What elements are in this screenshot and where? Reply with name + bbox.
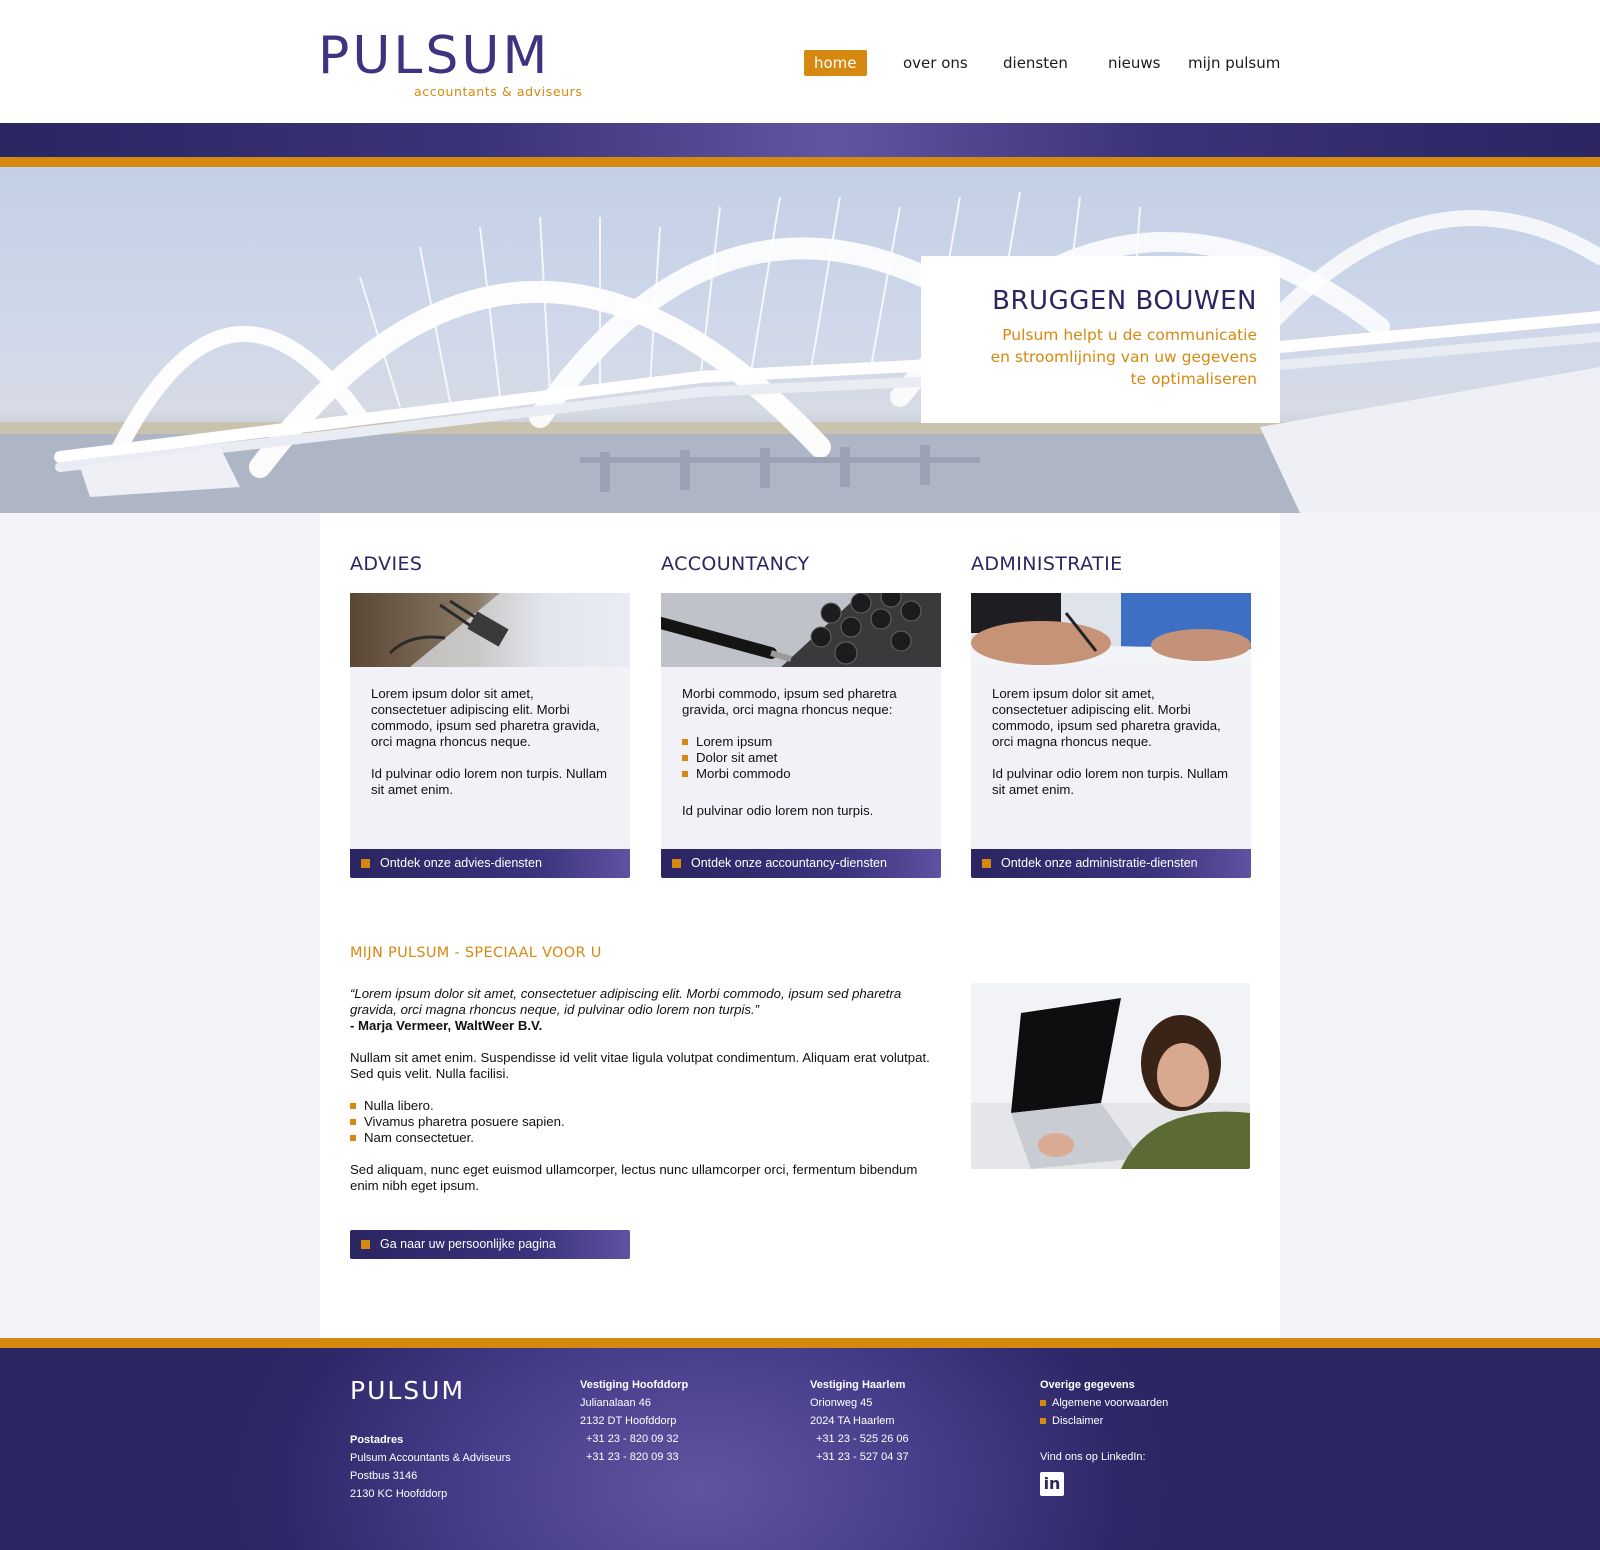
nav-mijn-pulsum[interactable]: mijn pulsum [1188, 50, 1280, 76]
list-item: Lorem ipsum [682, 734, 923, 750]
list-item: Nam consectetuer. [350, 1130, 930, 1146]
header-purple-band [0, 123, 1600, 157]
footer-line: Pulsum Accountants & Adviseurs [350, 1452, 511, 1464]
service-title: ADMINISTRATIE [971, 553, 1123, 575]
signing-document-photo [971, 593, 1251, 667]
service-text: Morbi commodo, ipsum sed pharetra gravid… [661, 667, 941, 849]
footer-line: 2024 TA Haarlem [810, 1415, 895, 1427]
bullet-square-icon [982, 859, 991, 868]
testimonial-author: - Marja Vermeer, WaltWeer B.V. [350, 1018, 543, 1033]
hero-subtitle-line: te optimaliseren [1130, 370, 1257, 388]
service-paragraph: Id pulvinar odio lorem non turpis. Nulla… [992, 766, 1229, 797]
mijn-pulsum-text: “Lorem ipsum dolor sit amet, consectetue… [350, 986, 930, 1194]
service-intro: Morbi commodo, ipsum sed pharetra gravid… [682, 686, 897, 717]
footer-link-voorwaarden[interactable]: Algemene voorwaarden [1040, 1394, 1168, 1412]
footer-phone: +31 23 - 820 09 32 [586, 1433, 679, 1445]
persoonlijke-pagina-button[interactable]: Ga naar uw persoonlijke pagina [350, 1230, 630, 1259]
hero-subtitle-line: en stroomlijning van uw gegevens [990, 348, 1257, 366]
button-label: Ga naar uw persoonlijke pagina [380, 1237, 556, 1251]
footer-heading: Postadres [350, 1434, 404, 1446]
service-text: Lorem ipsum dolor sit amet, consectetuer… [350, 667, 630, 849]
advies-button[interactable]: Ontdek onze advies-diensten [350, 849, 630, 878]
nav-nieuws[interactable]: nieuws [1108, 50, 1161, 76]
service-outro: Id pulvinar odio lorem non turpis. [682, 803, 874, 818]
hero-subtitle: Pulsum helpt u de communicatie en stroom… [921, 324, 1257, 390]
footer-link-disclaimer[interactable]: Disclaimer [1040, 1412, 1168, 1430]
hero-banner: BRUGGEN BOUWEN Pulsum helpt u de communi… [0, 167, 1600, 513]
footer-heading: Overige gegevens [1040, 1379, 1135, 1391]
nav-diensten[interactable]: diensten [1003, 50, 1068, 76]
service-title: ADVIES [350, 553, 423, 575]
header-orange-band [0, 157, 1600, 167]
list-item: Nulla libero. [350, 1098, 930, 1114]
service-paragraph: Id pulvinar odio lorem non turpis. Nulla… [371, 766, 608, 797]
button-label: Ontdek onze administratie-diensten [1001, 856, 1198, 870]
footer-heading: Vestiging Haarlem [810, 1379, 906, 1391]
calculator-pen-photo [661, 593, 941, 667]
linkedin-icon[interactable]: in [1040, 1472, 1064, 1496]
footer-line: Orionweg 45 [810, 1397, 873, 1409]
footer-hoofddorp: Vestiging Hoofddorp Julianalaan 46 2132 … [580, 1376, 688, 1466]
footer-heading: Vestiging Hoofddorp [580, 1379, 689, 1391]
woman-laptop-photo [971, 983, 1250, 1169]
bullet-square-icon [361, 1240, 370, 1249]
footer-haarlem: Vestiging Haarlem Orionweg 45 2024 TA Ha… [810, 1376, 909, 1466]
logo-tagline: accountants & adviseurs [414, 84, 583, 99]
footer-phone: +31 23 - 525 26 06 [816, 1433, 909, 1445]
button-label: Ontdek onze advies-diensten [380, 856, 542, 870]
main-nav: home over ons diensten nieuws mijn pulsu… [0, 50, 1600, 76]
mijn-pulsum-paragraph: Nullam sit amet enim. Suspendisse id vel… [350, 1050, 930, 1081]
list-item: Vivamus pharetra posuere sapien. [350, 1114, 930, 1130]
button-label: Ontdek onze accountancy-diensten [691, 856, 887, 870]
site-footer: PULSUM Postadres Pulsum Accountants & Ad… [0, 1348, 1600, 1550]
nav-home[interactable]: home [804, 50, 867, 76]
hero-subtitle-line: Pulsum helpt u de communicatie [1002, 326, 1257, 344]
footer-line: Postbus 3146 [350, 1470, 418, 1482]
testimonial-quote: “Lorem ipsum dolor sit amet, consectetue… [350, 986, 902, 1017]
footer-orange-band [0, 1338, 1600, 1348]
footer-overige: Overige gegevens Algemene voorwaarden Di… [1040, 1376, 1168, 1496]
hero-title: BRUGGEN BOUWEN [992, 286, 1257, 316]
service-paragraph: Lorem ipsum dolor sit amet, consectetuer… [371, 686, 600, 749]
nav-over-ons[interactable]: over ons [903, 50, 968, 76]
footer-phone: +31 23 - 527 04 37 [816, 1451, 909, 1463]
bullet-square-icon [672, 859, 681, 868]
footer-line: 2130 KC Hoofddorp [350, 1488, 448, 1500]
footer-phone: +31 23 - 820 09 33 [586, 1451, 679, 1463]
service-title: ACCOUNTANCY [661, 553, 810, 575]
accountancy-button[interactable]: Ontdek onze accountancy-diensten [661, 849, 941, 878]
footer-line: Julianalaan 46 [580, 1397, 651, 1409]
mijn-pulsum-title: MIJN PULSUM - SPECIAAL VOOR U [350, 945, 602, 961]
main-content: ADVIES Lorem ipsum dolor sit amet, conse… [320, 513, 1280, 1338]
linkedin-label: Vind ons op LinkedIn: [1040, 1451, 1146, 1463]
bullet-square-icon [361, 859, 370, 868]
service-text: Lorem ipsum dolor sit amet, consectetuer… [971, 667, 1251, 849]
mijn-pulsum-paragraph: Sed aliquam, nunc eget euismod ullamcorp… [350, 1162, 918, 1193]
bridge-illustration [0, 191, 1600, 513]
footer-postadres: PULSUM Postadres Pulsum Accountants & Ad… [350, 1376, 511, 1503]
administratie-button[interactable]: Ontdek onze administratie-diensten [971, 849, 1251, 878]
list-item: Dolor sit amet [682, 750, 923, 766]
mijn-pulsum-bullet-list: Nulla libero. Vivamus pharetra posuere s… [350, 1098, 930, 1146]
footer-logo[interactable]: PULSUM [350, 1378, 511, 1403]
service-bullet-list: Lorem ipsum Dolor sit amet Morbi commodo [682, 734, 923, 782]
footer-line: 2132 DT Hoofddorp [580, 1415, 677, 1427]
site-header: PULSUM accountants & adviseurs home over… [0, 0, 1600, 123]
list-item: Morbi commodo [682, 766, 923, 782]
hero-card: BRUGGEN BOUWEN Pulsum helpt u de communi… [921, 256, 1280, 423]
paper-clip-photo [350, 593, 630, 667]
service-paragraph: Lorem ipsum dolor sit amet, consectetuer… [992, 686, 1221, 749]
